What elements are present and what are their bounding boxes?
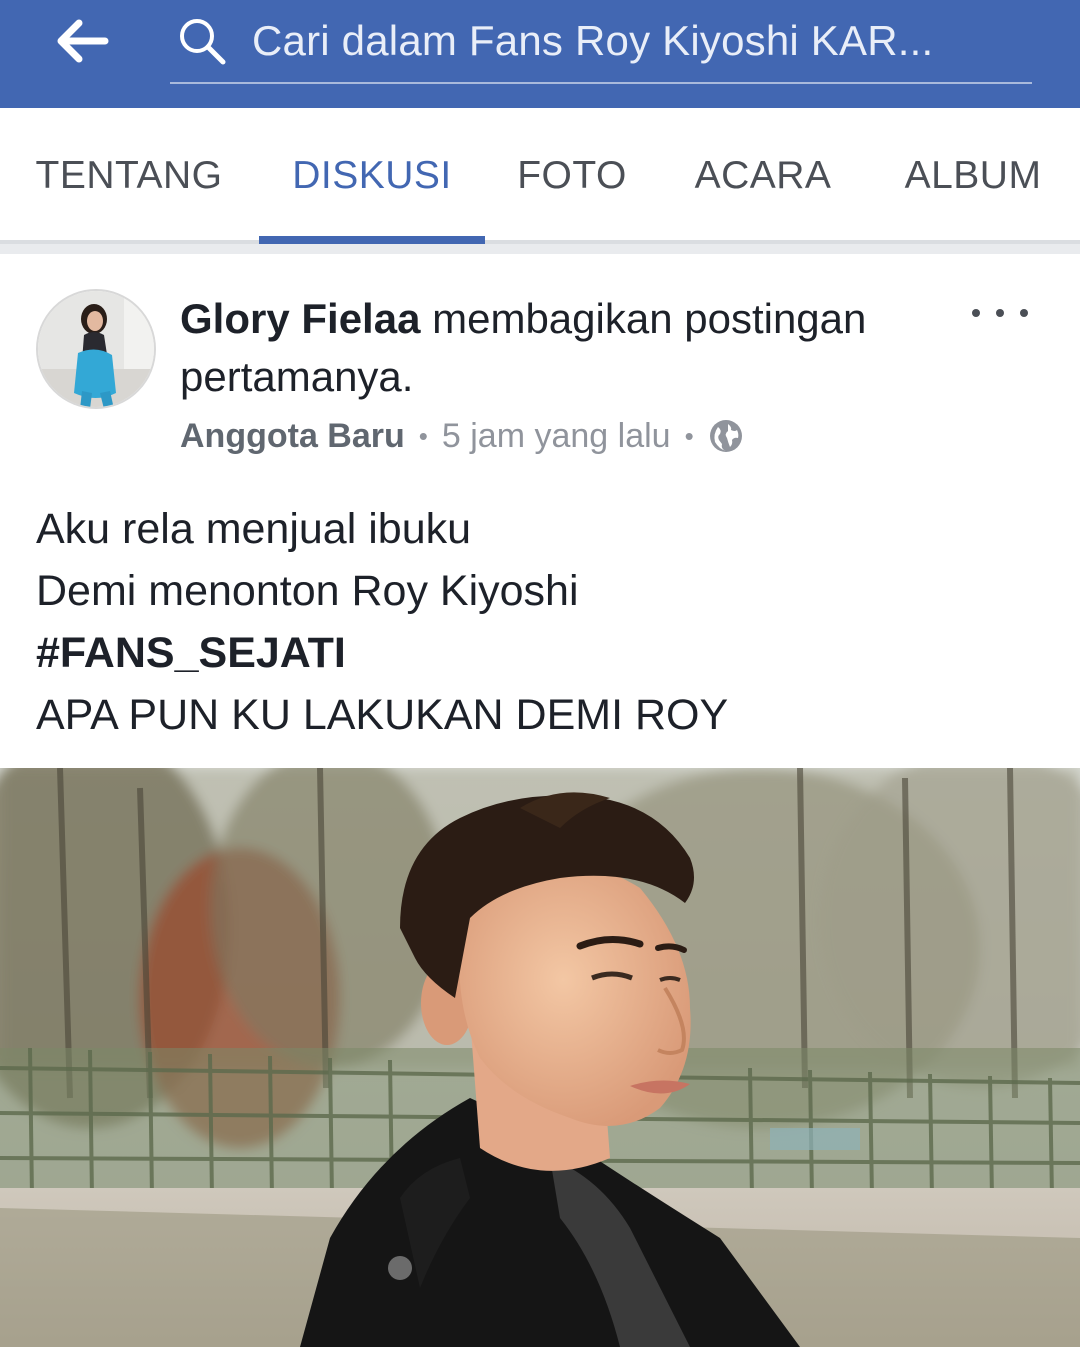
arrow-left-icon [57, 19, 109, 63]
post-line: Demi menonton Roy Kiyoshi [36, 567, 579, 615]
feed-post: Glory Fielaa membagikan postingan pertam… [0, 254, 1080, 1347]
top-search-bar: Cari dalam Fans Roy Kiyoshi KAR... [0, 0, 1080, 108]
post-photo[interactable] [0, 768, 1080, 1347]
separator-dot: • [418, 420, 428, 451]
separator-dot: • [684, 420, 694, 451]
back-button[interactable] [48, 14, 118, 68]
post-body: Aku rela menjual ibuku Demi menonton Roy… [36, 498, 1046, 746]
ellipsis-icon [1020, 309, 1028, 317]
post-header: Glory Fielaa membagikan postingan pertam… [180, 290, 940, 406]
tab-acara[interactable]: ACARA [680, 108, 846, 244]
search-placeholder: Cari dalam Fans Roy Kiyoshi KAR... [252, 17, 934, 64]
member-badge[interactable]: Anggota Baru [180, 417, 405, 456]
tab-diskusi[interactable]: DISKUSI [259, 108, 485, 244]
hashtag-link[interactable]: #FANS_SEJATI [36, 622, 1046, 684]
feed-separator [0, 244, 1080, 254]
more-options-button[interactable] [972, 298, 1028, 328]
ellipsis-icon [972, 309, 980, 317]
post-line: Aku rela menjual ibuku [36, 505, 472, 553]
author-name[interactable]: Glory Fielaa [180, 295, 420, 342]
post-meta: Anggota Baru • 5 jam yang lalu • [180, 414, 744, 458]
post-line: APA PUN KU LAKUKAN DEMI ROY [36, 691, 729, 739]
tab-album[interactable]: ALBUM [890, 108, 1056, 244]
search-icon [174, 13, 230, 69]
active-tab-indicator [259, 236, 485, 244]
ellipsis-icon [996, 309, 1004, 317]
globe-icon[interactable] [708, 418, 744, 454]
avatar[interactable] [36, 289, 156, 409]
tab-foto[interactable]: FOTO [504, 108, 640, 244]
tab-tentang[interactable]: TENTANG [24, 108, 234, 244]
group-tabs: TENTANG DISKUSI FOTO ACARA ALBUM [0, 108, 1080, 244]
post-timestamp[interactable]: 5 jam yang lalu [442, 417, 671, 456]
search-input[interactable]: Cari dalam Fans Roy Kiyoshi KAR... [170, 0, 1032, 84]
